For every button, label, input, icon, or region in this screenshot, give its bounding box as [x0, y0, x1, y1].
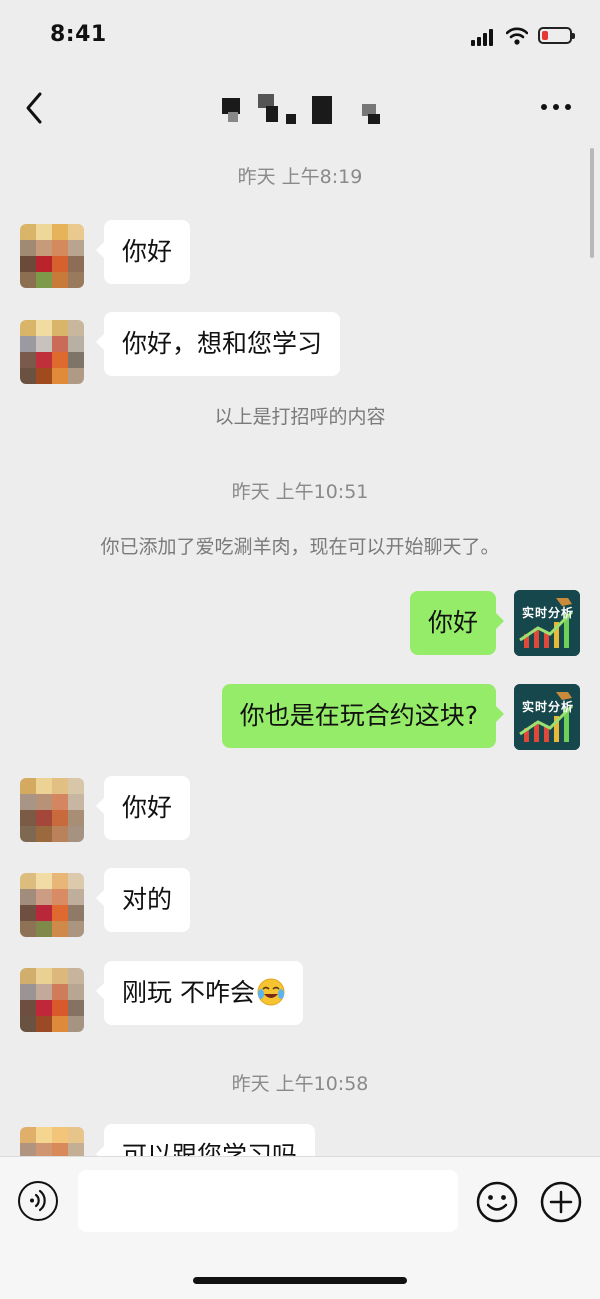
voice-icon — [30, 1189, 46, 1212]
contact-avatar[interactable] — [20, 968, 84, 1032]
status-bar: 8:41 — [0, 0, 600, 72]
nav-bar — [0, 72, 600, 144]
timestamp: 昨天 上午8:19 — [237, 166, 363, 188]
system-notice: 以上是打招呼的内容 — [214, 406, 386, 428]
message-text: 刚玩 不咋会 — [122, 978, 255, 1007]
more-dots-icon[interactable] — [536, 92, 576, 122]
timestamp: 昨天 上午10:51 — [231, 481, 369, 503]
contact-avatar[interactable] — [20, 224, 84, 288]
emoji-icon[interactable] — [476, 1181, 518, 1223]
status-time: 8:41 — [50, 22, 107, 47]
my-avatar[interactable]: 实时分析 — [514, 590, 580, 656]
contact-avatar[interactable] — [20, 778, 84, 842]
back-chevron-icon[interactable] — [20, 88, 50, 128]
chart-arrow-icon — [514, 590, 580, 656]
signal-icon — [471, 28, 497, 46]
incoming-message[interactable]: 你好 — [95, 220, 191, 284]
plus-icon[interactable] — [540, 1181, 582, 1223]
my-avatar-text: 实时分析 — [522, 700, 575, 714]
outgoing-message[interactable]: 你也是在玩合约这块? — [221, 684, 505, 748]
incoming-message[interactable]: 可以跟您学习吗 — [95, 1124, 316, 1156]
home-indicator — [193, 1277, 407, 1284]
contact-avatar[interactable] — [20, 873, 84, 937]
incoming-message[interactable]: 你好，想和您学习 — [95, 312, 341, 376]
contact-avatar[interactable] — [20, 320, 84, 384]
battery-icon — [538, 27, 575, 44]
incoming-message[interactable]: 刚玩 不咋会 — [96, 961, 303, 1025]
contact-avatar[interactable] — [20, 1127, 84, 1156]
contact-name-mosaic — [222, 94, 392, 126]
wifi-icon — [506, 27, 528, 45]
system-notice: 你已添加了爱吃涮羊肉，现在可以开始聊天了。 — [100, 536, 500, 558]
chat-area[interactable]: 昨天 上午8:19 你好 你好，想和您学习 以上是打招呼的内容 昨天 上午10:… — [0, 144, 600, 1156]
my-avatar[interactable]: 实时分析 — [514, 684, 580, 750]
chart-arrow-icon — [514, 684, 580, 750]
crying-laughing-emoji — [257, 978, 285, 1006]
my-avatar-text: 实时分析 — [522, 606, 575, 620]
voice-button[interactable] — [18, 1181, 58, 1221]
incoming-message[interactable]: 对的 — [95, 868, 191, 932]
timestamp: 昨天 上午10:58 — [231, 1073, 369, 1095]
incoming-message[interactable]: 你好 — [95, 776, 191, 840]
outgoing-message[interactable]: 你好 — [409, 591, 505, 655]
message-input[interactable] — [78, 1170, 458, 1232]
